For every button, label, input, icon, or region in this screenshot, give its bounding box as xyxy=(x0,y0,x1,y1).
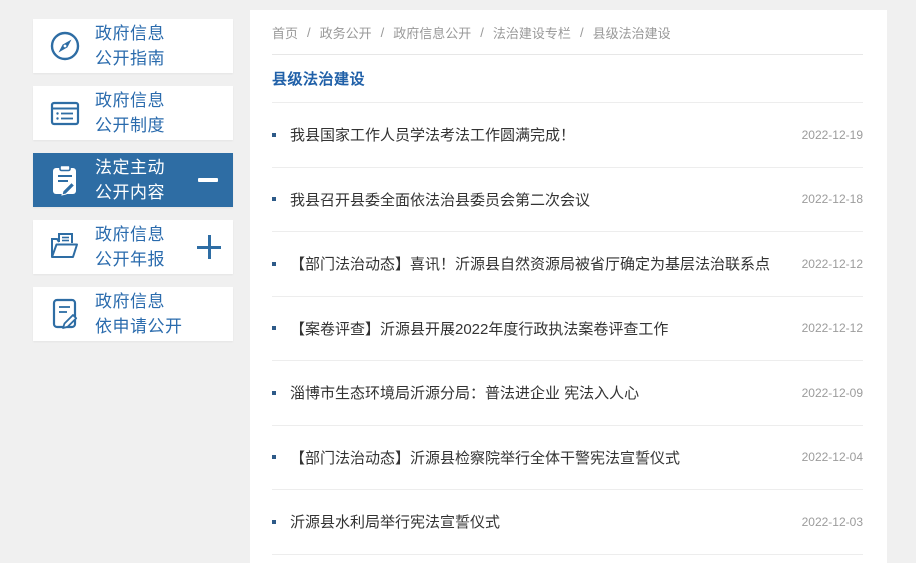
sidebar-item-label: 政府信息 依申请公开 xyxy=(95,292,183,336)
sidebar-item-disclosure-on-request[interactable]: 政府信息 依申请公开 xyxy=(33,287,233,341)
bullet-square-icon xyxy=(272,455,276,460)
sidebar-item-disclosure-system[interactable]: 政府信息 公开制度 xyxy=(33,86,233,140)
sidebar-item-label: 政府信息 公开年报 xyxy=(95,225,165,269)
bullet-square-icon xyxy=(272,261,276,266)
breadcrumb-separator: / xyxy=(480,24,484,40)
bullet-square-icon xyxy=(272,390,276,395)
article-row: 淄博市生态环境局沂源分局：普法进企业 宪法入人心 2022-12-09 xyxy=(272,361,863,426)
article-date: 2022-12-03 xyxy=(801,514,863,529)
page-title: 县级法治建设 xyxy=(272,71,366,88)
article-link[interactable]: 【案卷评查】沂源县开展2022年度行政执法案卷评查工作 xyxy=(290,318,668,339)
article-row: 【案卷评查】沂源县开展2022年度行政执法案卷评查工作 2022-12-12 xyxy=(272,297,863,361)
compass-icon xyxy=(45,26,85,66)
collapse-minus-icon[interactable] xyxy=(198,178,218,182)
sidebar-item-label: 法定主动 公开内容 xyxy=(95,158,165,202)
article-link[interactable]: 沂源县水利局举行宪法宣誓仪式 xyxy=(290,511,500,532)
breadcrumb-separator: / xyxy=(579,24,584,40)
section-title-bar: 县级法治建设 xyxy=(272,55,863,103)
sidebar-item-statutory-disclosure[interactable]: 法定主动 公开内容 xyxy=(33,153,233,207)
article-link[interactable]: 我县召开县委全面依法治县委员会第二次会议 xyxy=(290,189,590,210)
content-panel: 首页 / 政务公开 / 政府信息公开 / 法治建设专栏 / 县级法治建设 县级法… xyxy=(250,10,887,563)
clipboard-pencil-icon xyxy=(45,160,85,200)
breadcrumb-gov-affairs[interactable]: 政务公开 xyxy=(320,23,372,42)
article-link[interactable]: 我县国家工作人员学法考法工作圆满完成！ xyxy=(290,124,575,145)
article-row: 我县国家工作人员学法考法工作圆满完成！ 2022-12-19 xyxy=(272,103,863,168)
breadcrumb-gov-info-disclosure[interactable]: 政府信息公开 xyxy=(393,23,471,42)
list-doc-icon xyxy=(45,93,85,133)
article-link[interactable]: 淄博市生态环境局沂源分局：普法进企业 宪法入人心 xyxy=(290,382,639,403)
bullet-square-icon xyxy=(272,132,276,137)
article-date: 2022-12-12 xyxy=(801,321,863,336)
article-date: 2022-12-04 xyxy=(801,450,863,465)
breadcrumb-current-page: 县级法治建设 xyxy=(592,25,671,41)
article-link[interactable]: 【部门法治动态】沂源县检察院举行全体干警宪法宣誓仪式 xyxy=(290,447,680,468)
doc-edit-icon xyxy=(45,294,85,334)
article-date: 2022-12-09 xyxy=(801,385,863,400)
sidebar-item-disclosure-guide[interactable]: 政府信息 公开指南 xyxy=(33,19,233,73)
expand-plus-icon[interactable] xyxy=(197,235,221,259)
article-row: 【部门法治动态】沂源县检察院举行全体干警宪法宣誓仪式 2022-12-04 xyxy=(272,426,863,490)
article-date: 2022-12-18 xyxy=(801,192,863,207)
sidebar-item-annual-report[interactable]: 政府信息 公开年报 xyxy=(33,220,233,274)
article-row: 沂源县水利局举行宪法宣誓仪式 2022-12-03 xyxy=(272,490,863,555)
breadcrumb-rule-of-law-column[interactable]: 法治建设专栏 xyxy=(493,23,571,42)
article-date: 2022-12-12 xyxy=(801,256,863,271)
bullet-square-icon xyxy=(272,197,276,202)
breadcrumb: 首页 / 政务公开 / 政府信息公开 / 法治建设专栏 / 县级法治建设 xyxy=(272,10,863,55)
breadcrumb-separator: / xyxy=(307,24,311,40)
article-row: 我县召开县委全面依法治县委员会第二次会议 2022-12-18 xyxy=(272,168,863,232)
sidebar-item-label: 政府信息 公开指南 xyxy=(95,24,165,68)
folder-doc-icon xyxy=(45,227,85,267)
article-date: 2022-12-19 xyxy=(801,127,863,142)
breadcrumb-home[interactable]: 首页 xyxy=(272,23,298,42)
bullet-square-icon xyxy=(272,326,276,331)
sidebar-item-label: 政府信息 公开制度 xyxy=(95,91,165,135)
article-link[interactable]: 【部门法治动态】喜讯！沂源县自然资源局被省厅确定为基层法治联系点 xyxy=(290,253,770,274)
bullet-square-icon xyxy=(272,519,276,524)
sidebar-nav: 政府信息 公开指南 政府信息 公开制度 法定主动 公开内容 政府信息 公开年报 … xyxy=(33,19,233,354)
breadcrumb-separator: / xyxy=(380,24,385,40)
article-row: 【部门法治动态】喜讯！沂源县自然资源局被省厅确定为基层法治联系点 2022-12… xyxy=(272,232,863,297)
